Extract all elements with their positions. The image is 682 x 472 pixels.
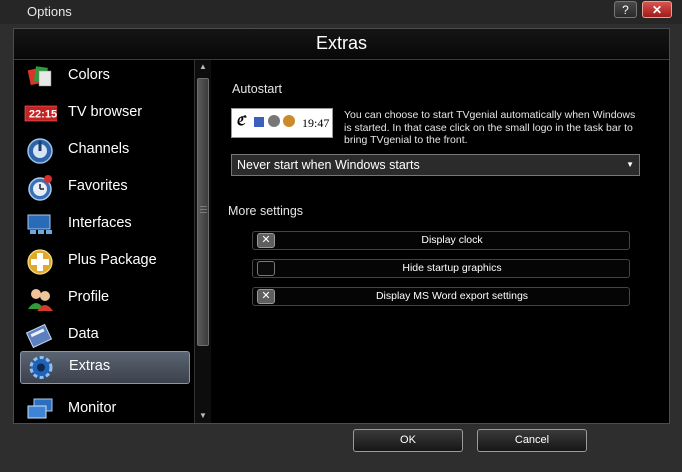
- volume-tray-icon: [268, 115, 280, 127]
- sidebar-item-label: TV browser: [68, 104, 143, 120]
- sidebar-item-label: Favorites: [68, 178, 128, 194]
- chevron-down-icon: ▼: [626, 160, 634, 169]
- options-window: Options ? ✕ Extras Colors 22:15 TV brows…: [0, 0, 682, 472]
- scrollbar-thumb[interactable]: — — —: [197, 78, 209, 346]
- close-button[interactable]: ✕: [642, 1, 672, 18]
- sidebar-item-monitor[interactable]: Monitor: [20, 393, 190, 423]
- sidebar-item-channels[interactable]: Channels: [20, 134, 190, 167]
- sidebar-scrollbar[interactable]: ▲ — — — ▼: [194, 60, 211, 423]
- sidebar-item-label: Interfaces: [68, 215, 132, 231]
- sidebar-item-colors[interactable]: Colors: [20, 60, 190, 93]
- panel-header: Extras: [14, 29, 669, 60]
- network-tray-icon: [254, 117, 264, 127]
- clock-tray-icon: [283, 115, 295, 127]
- sidebar-item-interfaces[interactable]: Interfaces: [20, 208, 190, 241]
- sidebar-item-tv-browser[interactable]: 22:15 TV browser: [20, 97, 190, 130]
- sidebar-item-label: Monitor: [68, 400, 117, 416]
- hide-startup-graphics-checkbox[interactable]: [257, 261, 275, 276]
- tv-browser-icon: 22:15: [24, 105, 57, 122]
- display-ms-word-export-checkbox[interactable]: ✕: [257, 289, 275, 304]
- autostart-select-value: Never start when Windows starts: [237, 158, 420, 172]
- extras-icon: [29, 356, 53, 379]
- scroll-up-icon[interactable]: ▲: [195, 60, 211, 74]
- autostart-description: You can choose to start TVgenial automat…: [344, 109, 636, 146]
- tray-preview-image: ℭ 19:47: [231, 108, 333, 138]
- display-ms-word-export-label: Display MS Word export settings: [375, 290, 529, 302]
- tv-browser-badge: 22:15: [29, 109, 57, 121]
- sidebar-item-label: Extras: [69, 358, 111, 374]
- hide-startup-graphics-label: Hide startup graphics: [402, 262, 502, 274]
- window-title: Options: [27, 4, 72, 19]
- grip-icon: — — —: [200, 203, 207, 216]
- scroll-down-icon[interactable]: ▼: [195, 409, 211, 423]
- sidebar: Colors 22:15 TV browser Channels Favorit…: [14, 60, 192, 423]
- display-clock-checkbox[interactable]: ✕: [257, 233, 275, 248]
- colors-icon: [27, 66, 52, 87]
- profile-icon: [28, 289, 53, 311]
- tray-clock: 19:47: [302, 116, 330, 130]
- sidebar-item-label: Colors: [68, 67, 110, 83]
- sidebar-item-favorites[interactable]: Favorites: [20, 171, 190, 204]
- hide-startup-graphics-option[interactable]: Hide startup graphics: [252, 259, 630, 278]
- more-settings-title: More settings: [228, 204, 304, 218]
- sidebar-item-label: Profile: [68, 289, 110, 305]
- help-button[interactable]: ?: [614, 1, 637, 18]
- sidebar-item-label: Data: [68, 326, 99, 342]
- sidebar-item-label: Channels: [68, 141, 130, 157]
- interfaces-icon: [27, 214, 52, 234]
- ok-button[interactable]: OK: [353, 429, 463, 452]
- data-icon: [26, 323, 53, 349]
- sidebar-item-extras[interactable]: Extras: [20, 351, 190, 384]
- sidebar-item-plus-package[interactable]: Plus Package: [20, 245, 190, 278]
- title-bar: Options ? ✕: [0, 0, 682, 24]
- sidebar-item-label: Plus Package: [68, 252, 157, 268]
- display-clock-option[interactable]: ✕ Display clock: [252, 231, 630, 250]
- display-clock-label: Display clock: [421, 234, 483, 246]
- autostart-select[interactable]: Never start when Windows starts ▼: [231, 154, 640, 176]
- options-panel: Extras Colors 22:15 TV browser Channels …: [13, 28, 670, 424]
- page-title: Extras: [315, 33, 367, 53]
- channels-icon: [27, 138, 53, 164]
- autostart-title: Autostart: [232, 82, 283, 96]
- sidebar-item-data[interactable]: Data: [20, 319, 190, 352]
- plus-package-icon: [27, 249, 53, 275]
- display-ms-word-export-option[interactable]: ✕ Display MS Word export settings: [252, 287, 630, 306]
- monitor-icon: [27, 398, 53, 419]
- favorites-icon: [28, 175, 52, 201]
- sidebar-item-profile[interactable]: Profile: [20, 282, 190, 315]
- cancel-button[interactable]: Cancel: [477, 429, 587, 452]
- tvgenial-logo-icon: ℭ: [236, 113, 246, 128]
